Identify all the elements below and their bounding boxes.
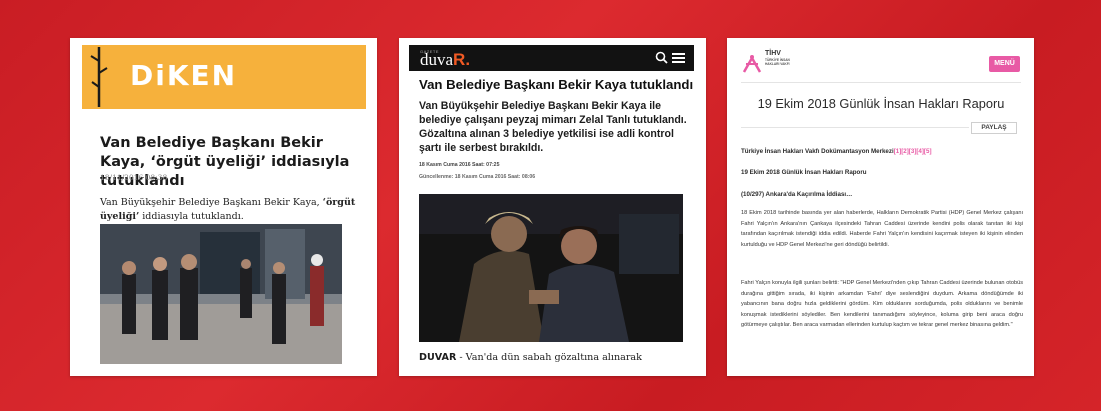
- article-date: 18/11/2016 08:38: [100, 173, 168, 182]
- source-name: Türkiye İnsan Hakları Vakfı Dokümantasyo…: [741, 148, 894, 155]
- section-heading: (10/297) Ankara'da Kaçırılma İddiası…: [741, 191, 1023, 198]
- lead-tail: iddiasıyla tutuklandı.: [139, 211, 244, 222]
- tihv-report-card: TİHV TÜRKİYE İNSAN HAKLARI VAKFI MENÜ 19…: [727, 38, 1034, 376]
- diken-article-card: DiKEN Van Belediye Başkanı Bekir Kaya, ‘…: [70, 38, 377, 376]
- footnote-links[interactable]: [1][2][3][4][5]: [894, 148, 932, 155]
- body-text: - Van'da dün sabah gözaltına alınarak: [456, 352, 642, 363]
- section-heading-text: (10/297) Ankara'da Kaçırılma İddiası…: [741, 191, 853, 198]
- menu-icon[interactable]: [672, 52, 685, 64]
- lead-text: Van Büyükşehir Belediye Başkanı Bekir Ka…: [100, 197, 323, 208]
- diken-logo[interactable]: DiKEN: [130, 59, 237, 92]
- thorn-logo-icon: [90, 47, 108, 107]
- report-paragraph-2: Fahri Yalçın konuyla ilgili şunları beli…: [741, 280, 1023, 328]
- share-button[interactable]: PAYLAŞ: [971, 122, 1017, 134]
- duvar-navbar: GAZETE duvaR.: [409, 45, 694, 71]
- divider: [741, 127, 969, 128]
- article-title[interactable]: Van Belediye Başkanı Bekir Kaya, ‘örgüt …: [100, 134, 362, 191]
- duvar-logo-main: duva: [420, 50, 454, 69]
- source-label: DUVAR: [419, 352, 457, 363]
- diken-header[interactable]: DiKEN: [82, 45, 366, 109]
- article-lead: Van Büyükşehir Belediye Başkanı Bekir Ka…: [419, 100, 687, 154]
- report-name: 19 Ekim 2018 Günlük İnsan Hakları Raporu: [741, 169, 867, 176]
- duvar-logo[interactable]: duvaR.: [420, 50, 470, 70]
- tihv-logo-icon[interactable]: [742, 54, 762, 74]
- search-icon[interactable]: [655, 51, 668, 64]
- report-paragraph-1: 18 Ekim 2018 tarihinde basında yer alan …: [741, 210, 1023, 248]
- tihv-logo-fullname: TÜRKİYE İNSAN HAKLARI VAKFI: [765, 58, 790, 66]
- menu-button[interactable]: MENÜ: [989, 56, 1020, 72]
- news-photo: [100, 224, 342, 364]
- duvar-logo-r: R.: [453, 50, 471, 69]
- updated-date: Güncellenme: 18 Kasım Cuma 2016 Saat: 08…: [419, 174, 536, 180]
- divider: [741, 82, 1021, 83]
- article-body-start: DUVAR - Van'da dün sabah gözaltına alına…: [419, 352, 689, 363]
- report-line: 19 Ekim 2018 Günlük İnsan Hakları Raporu: [741, 169, 1023, 176]
- article-title[interactable]: Van Belediye Başkanı Bekir Kaya tutuklan…: [419, 77, 694, 93]
- source-line: Türkiye İnsan Hakları Vakfı Dokümantasyo…: [741, 148, 1023, 155]
- news-photo: [419, 194, 683, 342]
- tihv-logo-text: TİHV TÜRKİYE İNSAN HAKLARI VAKFI: [765, 50, 805, 66]
- duvar-article-card: GAZETE duvaR. Van Belediye Başkanı Bekir…: [399, 38, 706, 376]
- tihv-logo-abbr: TİHV: [765, 50, 781, 57]
- article-lead: Van Büyükşehir Belediye Başkanı Bekir Ka…: [100, 196, 362, 224]
- publish-date: 18 Kasım Cuma 2016 Saat: 07:25: [419, 162, 500, 168]
- report-title: 19 Ekim 2018 Günlük İnsan Hakları Raporu: [757, 96, 1005, 111]
